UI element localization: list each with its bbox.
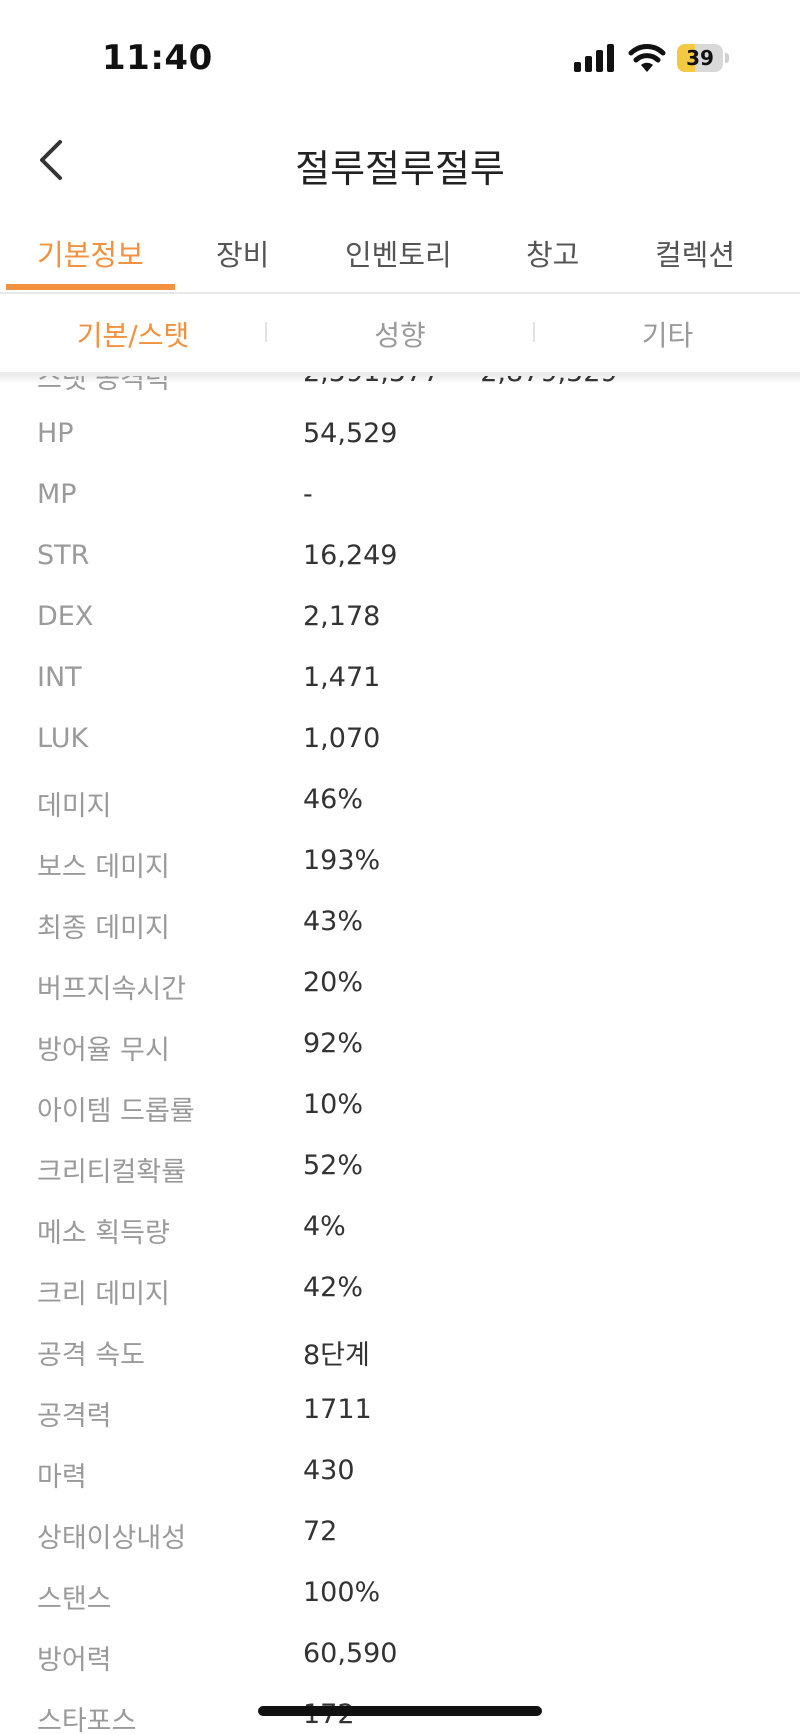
stat-row: 상태이상내성 72 — [0, 1516, 800, 1577]
stat-row: 데미지 46% — [0, 784, 800, 845]
stat-row: HP 54,529 — [0, 418, 800, 479]
stat-value: 72 — [303, 1516, 338, 1547]
stat-row: DEX 2,178 — [0, 601, 800, 662]
stat-value: 43% — [303, 906, 364, 937]
stat-label: 스탠스 — [37, 1584, 112, 1615]
tab-storage[interactable]: 창고 — [526, 232, 579, 274]
stat-value: 100% — [303, 1577, 381, 1608]
tab-equipment[interactable]: 장비 — [216, 232, 269, 274]
stat-value: 54,529 — [303, 418, 398, 449]
stat-value: 10% — [303, 1089, 364, 1120]
subtab-etc[interactable]: 기타 — [535, 314, 800, 354]
main-tabs: 기본정보 장비 인벤토리 창고 컬렉션 — [0, 222, 800, 294]
stat-row: STR 16,249 — [0, 540, 800, 601]
stat-label: 최종 데미지 — [37, 913, 170, 944]
stat-label: 상태이상내성 — [37, 1523, 187, 1554]
stat-value: 1,070 — [303, 723, 381, 754]
battery-icon: 39 — [677, 44, 729, 72]
stat-value: 52% — [303, 1150, 364, 1181]
stat-row: 보스 데미지 193% — [0, 845, 800, 906]
stat-list: 스탯 공격력 2,591,577 ~ 2,879,529 HP 54,529 MP - ST… — [0, 376, 800, 1734]
stat-row: 크리티컬확률 52% — [0, 1150, 800, 1211]
stat-label: DEX — [37, 601, 94, 632]
stat-row: 스탯 공격력 2,591,577 ~ 2,879,529 — [0, 376, 800, 418]
status-time: 11:40 — [102, 38, 213, 78]
stat-row: 스타포스172 — [0, 1699, 800, 1734]
stat-row: 스탠스 100% — [0, 1577, 800, 1638]
tab-collection[interactable]: 컬렉션 — [655, 232, 735, 274]
stat-row: 방어율 무시 92% — [0, 1028, 800, 1089]
stat-label: 버프지속시간 — [37, 974, 187, 1005]
tab-basic-info[interactable]: 기본정보 — [37, 232, 144, 274]
subtab-tendency[interactable]: 성향 — [267, 314, 533, 354]
stat-label: STR — [37, 540, 90, 571]
stat-value: 193% — [303, 845, 381, 876]
stat-label: 아이템 드롭률 — [37, 1096, 195, 1127]
stat-label: LUK — [37, 723, 89, 754]
home-indicator — [258, 1706, 542, 1716]
page-header: 절루절루절루 — [0, 118, 800, 210]
sub-tabs: 기본/스탯 성향 기타 — [0, 292, 800, 374]
stat-label: 크리티컬확률 — [37, 1157, 187, 1188]
status-bar: 11:40 39 — [0, 0, 800, 118]
cellular-signal-icon — [574, 44, 614, 72]
stat-value: - — [303, 479, 313, 510]
stat-label: 스타포스 — [37, 1706, 137, 1734]
stat-row: 버프지속시간 20% — [0, 967, 800, 1028]
stat-label: 공격력 — [37, 1401, 112, 1432]
stat-label: 마력 — [37, 1462, 87, 1493]
subtab-basic-stats[interactable]: 기본/스탯 — [0, 314, 266, 354]
stat-label: 크리 데미지 — [37, 1279, 170, 1310]
stat-value: 46% — [303, 784, 364, 815]
stat-row: LUK 1,070 — [0, 723, 800, 784]
stat-value: 42% — [303, 1272, 364, 1303]
tab-inventory[interactable]: 인벤토리 — [345, 232, 452, 274]
stat-label: 방어력 — [37, 1645, 112, 1676]
stat-label: MP — [37, 479, 77, 510]
stat-label: 메소 획득량 — [37, 1218, 170, 1249]
stat-value: 60,590 — [303, 1638, 398, 1669]
stat-row: INT 1,471 — [0, 662, 800, 723]
stat-value: 20% — [303, 967, 364, 998]
battery-level: 39 — [686, 46, 714, 70]
stat-row: 최종 데미지 43% — [0, 906, 800, 967]
wifi-icon — [628, 44, 666, 72]
stat-value: 8단계 — [303, 1340, 370, 1371]
active-tab-indicator — [6, 284, 175, 290]
stat-label: HP — [37, 418, 74, 449]
stat-row: 방어력 60,590 — [0, 1638, 800, 1699]
stat-value: 1711 — [303, 1394, 372, 1425]
stat-label: 보스 데미지 — [37, 852, 170, 883]
stat-value: 2,178 — [303, 601, 381, 632]
stat-row: 크리 데미지 42% — [0, 1272, 800, 1333]
stat-value: 4% — [303, 1211, 346, 1242]
page-title: 절루절루절루 — [295, 147, 505, 191]
stat-label: 스탯 공격력 — [37, 376, 170, 395]
stat-label: INT — [37, 662, 82, 693]
stat-row: MP - — [0, 479, 800, 540]
stat-row: 공격 속도 8단계 — [0, 1333, 800, 1394]
stat-label: 데미지 — [37, 791, 112, 822]
stat-value: 1,471 — [303, 662, 381, 693]
stat-label: 방어율 무시 — [37, 1035, 170, 1066]
stat-row: 마력 430 — [0, 1455, 800, 1516]
stat-value: 430 — [303, 1455, 355, 1486]
stat-row: 메소 획득량 4% — [0, 1211, 800, 1272]
stat-value: 16,249 — [303, 540, 398, 571]
stat-value: 2,591,577 ~ 2,879,529 — [303, 376, 618, 388]
stat-row: 아이템 드롭률 10% — [0, 1089, 800, 1150]
stat-label: 공격 속도 — [37, 1340, 145, 1371]
stat-value: 92% — [303, 1028, 364, 1059]
stat-row: 공격력 1711 — [0, 1394, 800, 1455]
